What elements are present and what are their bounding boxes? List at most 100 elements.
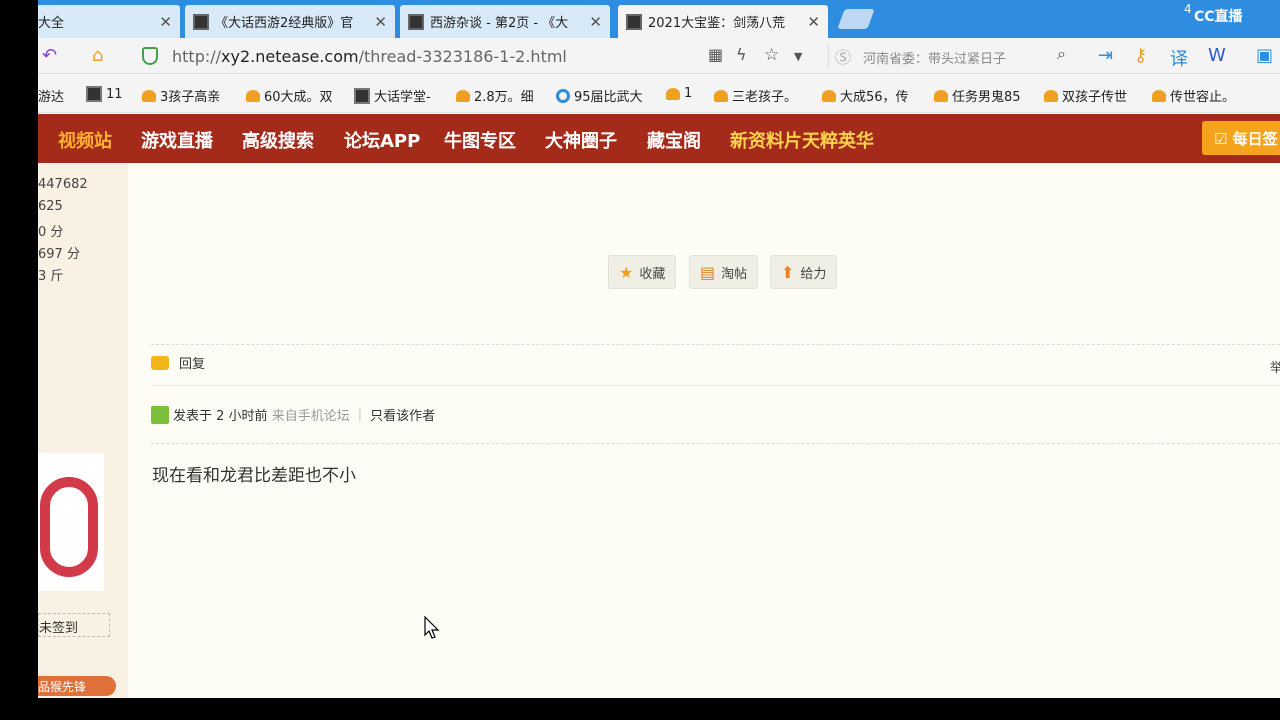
author-profile-column: 447682 625 0 分 697 分 3 斤 未签到 品猴先锋 (38, 163, 128, 698)
bookmark-label: 三老孩子。 (732, 90, 798, 105)
mouse-cursor-icon (424, 616, 440, 639)
bookmark-label: 60大成。双 (264, 90, 333, 105)
bookmark-label: 95届比武大 (574, 90, 643, 105)
bookmark-item[interactable]: 60大成。双 (246, 86, 333, 105)
bookmark-star-icon (714, 89, 728, 102)
bookmark-label: 游达 (38, 90, 65, 105)
profile-stat: 697 分 (38, 247, 80, 262)
word-icon[interactable]: W (1208, 45, 1226, 66)
bookmark-item[interactable]: 大成56，传 (822, 86, 909, 105)
bottom-black-border (0, 698, 1280, 720)
undo-icon[interactable]: ↶ (42, 45, 57, 66)
bookmark-label: 11 (106, 86, 123, 102)
bookmark-star-icon (822, 89, 836, 102)
posted-prefix: 发表于 (173, 409, 213, 424)
reply-button[interactable]: 回复 (151, 353, 205, 372)
url-field[interactable]: http://xy2.netease.com/thread-3323186-1-… (172, 47, 567, 66)
hot-post-button[interactable]: ▤ 淘帖 (689, 255, 759, 289)
tray-icon: ▤ (700, 262, 716, 282)
url-prefix: http:// (172, 47, 222, 66)
close-icon[interactable]: ✕ (807, 13, 820, 31)
bookmark-item[interactable]: 11 (86, 86, 123, 102)
search-engine-icon: Ⓢ (835, 48, 852, 67)
nav-item-video[interactable]: 视频站 (58, 127, 112, 153)
address-bar: ↶ ⌂ http://xy2.netease.com/thread-332318… (38, 38, 1280, 74)
signin-status: 未签到 (38, 613, 110, 637)
close-icon[interactable]: ✕ (589, 13, 602, 31)
qr-code-icon[interactable]: ▦ (708, 45, 723, 64)
site-favicon-icon (626, 13, 642, 30)
bookmark-item[interactable]: 游达 (38, 86, 64, 105)
close-icon[interactable]: ✕ (374, 13, 387, 31)
profile-stat: 625 (38, 199, 63, 214)
bookmark-label: 传世容止。 (1170, 90, 1236, 105)
tab-active[interactable]: 2021大宝鉴：剑荡八荒 ✕ (618, 5, 828, 38)
medal-ring (40, 477, 98, 577)
support-label: 给力 (800, 266, 827, 282)
profile-stat: 0 分 (38, 225, 64, 240)
profile-stat: 3 斤 (38, 269, 64, 284)
login-icon[interactable]: ⇥ (1098, 45, 1113, 66)
nav-item-live[interactable]: 游戏直播 (141, 127, 213, 153)
key-icon[interactable]: ⚷ (1134, 45, 1147, 66)
overlay-badge: 4 (1184, 2, 1192, 16)
medal-badge-image (38, 453, 104, 591)
search-input[interactable]: 河南省委：带头过紧日子 (863, 48, 1006, 67)
bookmark-item[interactable]: 大话学堂- (354, 86, 431, 105)
nav-item-app[interactable]: 论坛APP (344, 127, 420, 153)
favorite-label: 收藏 (639, 266, 666, 282)
bookmark-star-icon (666, 87, 680, 100)
bookmarks-bar: 游达 11 3孩子高亲 60大成。双 大话学堂- 2.8万。细 95届比武大 1… (38, 75, 1280, 113)
bookmark-label: 大话学堂- (374, 90, 431, 105)
bookmark-label: 任务男鬼85 (952, 90, 1021, 105)
bookmark-item[interactable]: 任务男鬼85 (934, 86, 1021, 105)
bookmark-item[interactable]: 传世容止。 (1152, 86, 1235, 105)
nav-item-images[interactable]: 牛图专区 (444, 127, 516, 153)
star-icon[interactable]: ☆ (764, 45, 779, 65)
bookmark-item[interactable]: 1 (666, 86, 692, 101)
cc-live-logo: CC直播 (1194, 9, 1243, 25)
bookmark-item[interactable]: 3孩子高亲 (142, 86, 220, 105)
sidebar-icon[interactable]: ▣ (1256, 45, 1273, 66)
post-body: 现在看和龙君比差距也不小 (152, 466, 356, 486)
post-content-area: ★ 收藏 ▤ 淘帖 ⬆ 给力 回复 举 发表于 2 小时前 来自手机论坛 | 只看该作… (128, 163, 1280, 698)
bookmark-star-icon (934, 89, 948, 102)
daily-signin-button[interactable]: ☑ 每日签 (1202, 121, 1280, 155)
tab-label: 《大话西游2经典版》官 (215, 16, 354, 31)
signin-icon: ☑ (1214, 130, 1233, 148)
lightning-icon[interactable]: ϟ (736, 45, 747, 64)
search-box[interactable]: Ⓢ 河南省委：带头过紧日子 ⌕ (828, 44, 1078, 68)
close-icon[interactable]: ✕ (159, 13, 172, 31)
tab-0[interactable]: 大全 ✕ (38, 5, 180, 38)
tab-label: 2021大宝鉴：剑荡八荒 (648, 16, 786, 31)
nav-item-expansion[interactable]: 新资料片天粹英华 (730, 127, 874, 153)
comment-bubble-icon (151, 355, 169, 370)
bookmark-star-icon (1152, 89, 1166, 102)
post-source[interactable]: 来自手机论坛 (272, 405, 350, 424)
nav-item-circle[interactable]: 大神圈子 (545, 127, 617, 153)
nav-item-search[interactable]: 高级搜索 (242, 127, 314, 153)
new-tab-button[interactable] (837, 9, 875, 29)
translate-icon[interactable]: 译 (1170, 45, 1188, 71)
profile-stat: 447682 (38, 177, 88, 192)
reply-label: 回复 (179, 357, 206, 372)
bookmark-item[interactable]: 双孩子传世 (1044, 86, 1127, 105)
bookmark-item[interactable]: 95届比武大 (556, 86, 643, 105)
nav-item-treasure[interactable]: 藏宝阁 (647, 127, 701, 153)
url-path: /thread-3323186-1-2.html (358, 47, 567, 66)
report-link[interactable]: 举 (1270, 357, 1280, 376)
support-button[interactable]: ⬆ 给力 (770, 255, 838, 289)
divider (151, 344, 1280, 345)
tab-1[interactable]: 《大话西游2经典版》官 ✕ (185, 5, 395, 38)
bookmark-star-icon (1044, 89, 1058, 102)
tab-2[interactable]: 西游杂谈 - 第2页 - 《大 ✕ (400, 5, 610, 38)
chevron-down-icon[interactable]: ▼ (794, 50, 802, 63)
favorite-button[interactable]: ★ 收藏 (608, 255, 677, 289)
bookmark-item[interactable]: 2.8万。细 (456, 86, 534, 105)
bookmark-label: 2.8万。细 (474, 90, 534, 105)
search-icon[interactable]: ⌕ (1057, 44, 1066, 64)
bookmark-label: 大成56，传 (840, 90, 909, 105)
bookmark-item[interactable]: 三老孩子。 (714, 86, 797, 105)
author-only-link[interactable]: 只看该作者 (370, 405, 435, 424)
home-icon[interactable]: ⌂ (92, 45, 103, 66)
